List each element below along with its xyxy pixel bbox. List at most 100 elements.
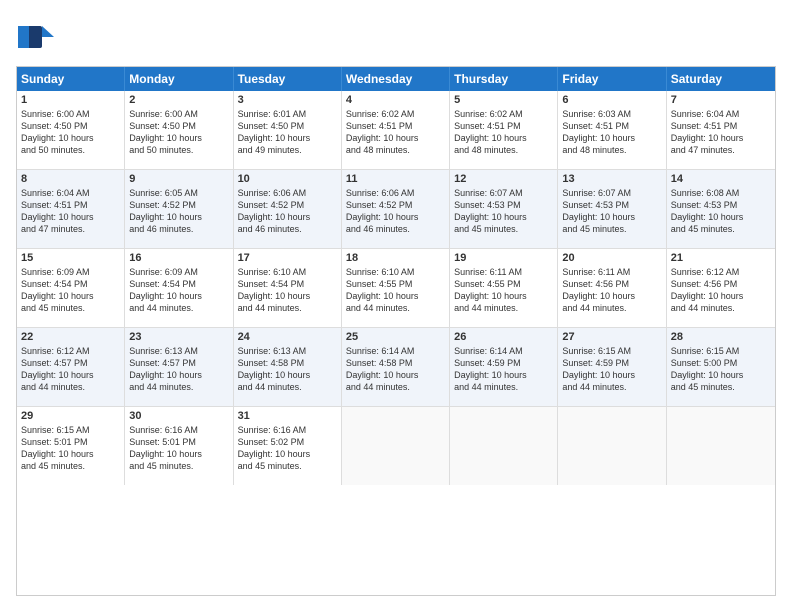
day-number: 1	[21, 94, 120, 106]
day-info: Sunrise: 6:00 AM Sunset: 4:50 PM Dayligh…	[21, 108, 120, 157]
header-day-sunday: Sunday	[17, 67, 125, 91]
day-cell-31: 31 Sunrise: 6:16 AM Sunset: 5:02 PM Dayli…	[234, 407, 342, 485]
day-cell-9: 9 Sunrise: 6:05 AM Sunset: 4:52 PM Daylig…	[125, 170, 233, 248]
calendar-row-1: 1 Sunrise: 6:00 AM Sunset: 4:50 PM Daylig…	[17, 91, 775, 170]
calendar: SundayMondayTuesdayWednesdayThursdayFrid…	[16, 66, 776, 596]
empty-cell	[342, 407, 450, 485]
day-info: Sunrise: 6:08 AM Sunset: 4:53 PM Dayligh…	[671, 187, 771, 236]
day-cell-3: 3 Sunrise: 6:01 AM Sunset: 4:50 PM Daylig…	[234, 91, 342, 169]
day-number: 22	[21, 331, 120, 343]
day-info: Sunrise: 6:14 AM Sunset: 4:58 PM Dayligh…	[346, 345, 445, 394]
day-cell-24: 24 Sunrise: 6:13 AM Sunset: 4:58 PM Dayli…	[234, 328, 342, 406]
day-info: Sunrise: 6:03 AM Sunset: 4:51 PM Dayligh…	[562, 108, 661, 157]
header-day-saturday: Saturday	[667, 67, 775, 91]
day-cell-14: 14 Sunrise: 6:08 AM Sunset: 4:53 PM Dayli…	[667, 170, 775, 248]
calendar-header: SundayMondayTuesdayWednesdayThursdayFrid…	[17, 67, 775, 91]
day-number: 8	[21, 173, 120, 185]
day-info: Sunrise: 6:13 AM Sunset: 4:58 PM Dayligh…	[238, 345, 337, 394]
empty-cell	[450, 407, 558, 485]
day-info: Sunrise: 6:16 AM Sunset: 5:02 PM Dayligh…	[238, 424, 337, 473]
day-info: Sunrise: 6:01 AM Sunset: 4:50 PM Dayligh…	[238, 108, 337, 157]
day-cell-26: 26Sunrise: 6:14 AM Sunset: 4:59 PM Dayli…	[450, 328, 558, 406]
day-info: Sunrise: 6:15 AM Sunset: 5:00 PM Dayligh…	[671, 345, 771, 394]
day-cell-13: 13 Sunrise: 6:07 AM Sunset: 4:53 PM Dayli…	[558, 170, 666, 248]
day-number: 12	[454, 173, 553, 185]
calendar-row-3: 15Sunrise: 6:09 AM Sunset: 4:54 PM Dayli…	[17, 249, 775, 328]
day-number: 30	[129, 410, 228, 422]
day-info: Sunrise: 6:16 AM Sunset: 5:01 PM Dayligh…	[129, 424, 228, 473]
day-number: 6	[562, 94, 661, 106]
day-cell-15: 15Sunrise: 6:09 AM Sunset: 4:54 PM Dayli…	[17, 249, 125, 327]
day-number: 26	[454, 331, 553, 343]
calendar-row-5: 29 Sunrise: 6:15 AM Sunset: 5:01 PM Dayli…	[17, 407, 775, 485]
logo	[16, 16, 60, 56]
header-day-monday: Monday	[125, 67, 233, 91]
day-cell-18: 18Sunrise: 6:10 AM Sunset: 4:55 PM Dayli…	[342, 249, 450, 327]
day-number: 11	[346, 173, 445, 185]
day-cell-30: 30 Sunrise: 6:16 AM Sunset: 5:01 PM Dayli…	[125, 407, 233, 485]
day-number: 23	[129, 331, 228, 343]
header-day-tuesday: Tuesday	[234, 67, 342, 91]
day-cell-10: 10 Sunrise: 6:06 AM Sunset: 4:52 PM Dayli…	[234, 170, 342, 248]
day-number: 9	[129, 173, 228, 185]
day-number: 7	[671, 94, 771, 106]
day-cell-25: 25 Sunrise: 6:14 AM Sunset: 4:58 PM Dayli…	[342, 328, 450, 406]
header	[16, 16, 776, 56]
day-info: Sunrise: 6:15 AM Sunset: 4:59 PM Dayligh…	[562, 345, 661, 394]
day-info: Sunrise: 6:06 AM Sunset: 4:52 PM Dayligh…	[238, 187, 337, 236]
empty-cell	[667, 407, 775, 485]
day-number: 25	[346, 331, 445, 343]
day-cell-22: 22 Sunrise: 6:12 AM Sunset: 4:57 PM Dayli…	[17, 328, 125, 406]
day-number: 5	[454, 94, 553, 106]
day-cell-6: 6 Sunrise: 6:03 AM Sunset: 4:51 PM Daylig…	[558, 91, 666, 169]
day-number: 19	[454, 252, 553, 264]
day-number: 16	[129, 252, 228, 264]
day-number: 18	[346, 252, 445, 264]
day-number: 24	[238, 331, 337, 343]
day-info: Sunrise: 6:12 AM Sunset: 4:57 PM Dayligh…	[21, 345, 120, 394]
day-info: Sunrise: 6:04 AM Sunset: 4:51 PM Dayligh…	[21, 187, 120, 236]
day-info: Sunrise: 6:04 AM Sunset: 4:51 PM Dayligh…	[671, 108, 771, 157]
header-day-friday: Friday	[558, 67, 666, 91]
logo-icon	[16, 16, 56, 56]
day-cell-21: 21Sunrise: 6:12 AM Sunset: 4:56 PM Dayli…	[667, 249, 775, 327]
day-number: 10	[238, 173, 337, 185]
day-cell-5: 5 Sunrise: 6:02 AM Sunset: 4:51 PM Daylig…	[450, 91, 558, 169]
day-cell-19: 19 Sunrise: 6:11 AM Sunset: 4:55 PM Dayli…	[450, 249, 558, 327]
day-cell-4: 4Sunrise: 6:02 AM Sunset: 4:51 PM Daylig…	[342, 91, 450, 169]
calendar-row-2: 8 Sunrise: 6:04 AM Sunset: 4:51 PM Daylig…	[17, 170, 775, 249]
day-number: 29	[21, 410, 120, 422]
day-cell-11: 11Sunrise: 6:06 AM Sunset: 4:52 PM Dayli…	[342, 170, 450, 248]
day-info: Sunrise: 6:07 AM Sunset: 4:53 PM Dayligh…	[562, 187, 661, 236]
day-info: Sunrise: 6:09 AM Sunset: 4:54 PM Dayligh…	[21, 266, 120, 315]
calendar-row-4: 22 Sunrise: 6:12 AM Sunset: 4:57 PM Dayli…	[17, 328, 775, 407]
empty-cell	[558, 407, 666, 485]
day-info: Sunrise: 6:12 AM Sunset: 4:56 PM Dayligh…	[671, 266, 771, 315]
day-number: 13	[562, 173, 661, 185]
day-info: Sunrise: 6:11 AM Sunset: 4:56 PM Dayligh…	[562, 266, 661, 315]
day-cell-8: 8 Sunrise: 6:04 AM Sunset: 4:51 PM Daylig…	[17, 170, 125, 248]
day-info: Sunrise: 6:07 AM Sunset: 4:53 PM Dayligh…	[454, 187, 553, 236]
header-day-thursday: Thursday	[450, 67, 558, 91]
day-cell-20: 20Sunrise: 6:11 AM Sunset: 4:56 PM Dayli…	[558, 249, 666, 327]
day-number: 28	[671, 331, 771, 343]
day-number: 31	[238, 410, 337, 422]
day-cell-7: 7 Sunrise: 6:04 AM Sunset: 4:51 PM Daylig…	[667, 91, 775, 169]
day-cell-23: 23Sunrise: 6:13 AM Sunset: 4:57 PM Dayli…	[125, 328, 233, 406]
day-info: Sunrise: 6:15 AM Sunset: 5:01 PM Dayligh…	[21, 424, 120, 473]
header-day-wednesday: Wednesday	[342, 67, 450, 91]
day-number: 14	[671, 173, 771, 185]
day-cell-12: 12 Sunrise: 6:07 AM Sunset: 4:53 PM Dayli…	[450, 170, 558, 248]
day-info: Sunrise: 6:10 AM Sunset: 4:54 PM Dayligh…	[238, 266, 337, 315]
day-cell-16: 16Sunrise: 6:09 AM Sunset: 4:54 PM Dayli…	[125, 249, 233, 327]
day-info: Sunrise: 6:11 AM Sunset: 4:55 PM Dayligh…	[454, 266, 553, 315]
calendar-body: 1 Sunrise: 6:00 AM Sunset: 4:50 PM Daylig…	[17, 91, 775, 485]
day-info: Sunrise: 6:00 AM Sunset: 4:50 PM Dayligh…	[129, 108, 228, 157]
day-info: Sunrise: 6:02 AM Sunset: 4:51 PM Dayligh…	[346, 108, 445, 157]
day-cell-2: 2Sunrise: 6:00 AM Sunset: 4:50 PM Daylig…	[125, 91, 233, 169]
day-cell-28: 28 Sunrise: 6:15 AM Sunset: 5:00 PM Dayli…	[667, 328, 775, 406]
day-number: 3	[238, 94, 337, 106]
day-info: Sunrise: 6:02 AM Sunset: 4:51 PM Dayligh…	[454, 108, 553, 157]
day-number: 27	[562, 331, 661, 343]
day-info: Sunrise: 6:05 AM Sunset: 4:52 PM Dayligh…	[129, 187, 228, 236]
